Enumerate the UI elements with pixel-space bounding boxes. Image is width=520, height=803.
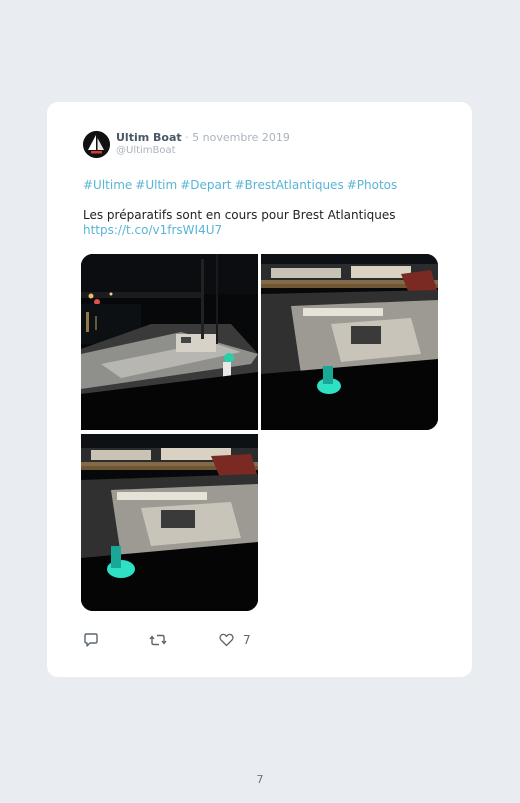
boat-deck-night-photo — [81, 434, 258, 611]
tweet-card: Ultim Boat · 5 novembre 2019 @UltimBoat … — [47, 102, 472, 677]
like-count: 7 — [243, 633, 251, 647]
tweet-text: Les préparatifs sont en cours pour Brest… — [83, 208, 396, 222]
page-number: 7 — [256, 773, 264, 786]
hashtag-link[interactable]: #Ultime — [83, 178, 132, 192]
avatar[interactable] — [83, 131, 110, 158]
reply-button[interactable] — [83, 632, 99, 648]
hashtag-link[interactable]: #Photos — [347, 178, 398, 192]
hashtag-link[interactable]: #BrestAtlantiques — [235, 178, 344, 192]
tweet-url-link[interactable]: https://t.co/v1frsWI4U7 — [83, 222, 222, 238]
heart-icon — [219, 633, 234, 647]
date-separator: · — [185, 131, 189, 144]
hashtag-list: #Ultime #Ultim #Depart #BrestAtlantiques #Ph… — [83, 177, 400, 193]
tweet-photo-1[interactable] — [81, 254, 258, 430]
sailboat-logo-icon — [83, 131, 110, 158]
tweet-photo-2[interactable] — [261, 254, 438, 430]
post-date[interactable]: 5 novembre 2019 — [192, 131, 290, 144]
boat-deck-night-photo — [261, 254, 438, 430]
author-name[interactable]: Ultim Boat — [116, 131, 182, 144]
hashtag-link[interactable]: #Depart — [180, 178, 231, 192]
author-line: Ultim Boat · 5 novembre 2019 — [116, 131, 290, 145]
reply-icon — [84, 633, 98, 647]
tweet-actions: 7 — [83, 632, 283, 648]
hashtag-link[interactable]: #Ultim — [135, 178, 177, 192]
author-handle[interactable]: @UltimBoat — [116, 144, 176, 158]
night-harbor-photo — [81, 254, 258, 430]
tweet-photo-3[interactable] — [81, 434, 258, 611]
retweet-button[interactable] — [149, 632, 167, 648]
like-button[interactable]: 7 — [219, 632, 251, 648]
retweet-icon — [149, 634, 167, 646]
